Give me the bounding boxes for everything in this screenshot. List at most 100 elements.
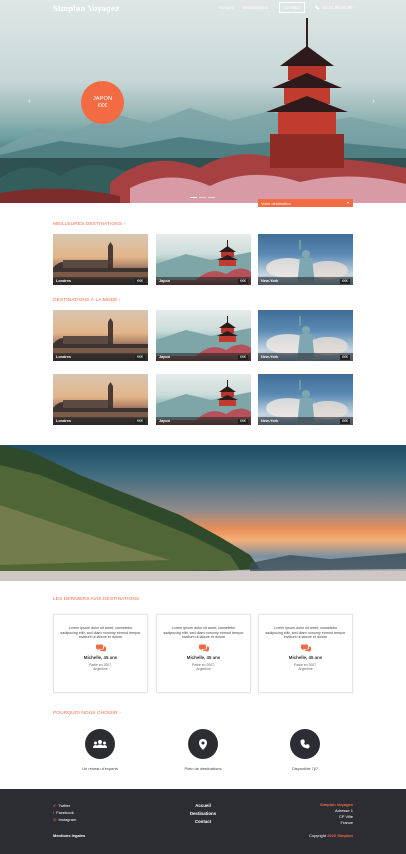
- card-price: €€€: [340, 354, 350, 360]
- site-logo[interactable]: Simplon Voyagez: [53, 4, 119, 13]
- card-price: €€€: [238, 418, 248, 424]
- destination-select-label: Votre destination: [261, 200, 291, 206]
- destination-card-japan[interactable]: Japon €€€: [156, 234, 251, 285]
- map-pin-icon: [199, 738, 207, 750]
- chat-bubbles-icon: [95, 644, 106, 652]
- phone-number[interactable]: 05.24.95.94.85: [315, 5, 353, 10]
- footer-address-line2: CP Ville: [338, 814, 353, 819]
- pagoda-image: [266, 18, 348, 168]
- card-city-name: Japon: [159, 419, 171, 423]
- card-price: €€€: [135, 278, 145, 284]
- card-city-name: New-York: [261, 419, 279, 423]
- destination-badge[interactable]: JAPON €€€: [81, 81, 124, 124]
- review-text: Lorem ipsum dolor sit amet, consetetur s…: [60, 626, 141, 640]
- reviewer-name: Michelle, 45 ans: [83, 654, 118, 660]
- london-skyline-image: [53, 382, 148, 418]
- copyright-year: 2020 Simplon: [327, 833, 353, 838]
- card-price: €€€: [135, 354, 145, 360]
- carousel-next-arrow[interactable]: ›: [372, 96, 375, 105]
- footer-country: France: [340, 820, 353, 825]
- destinations-icon-circle: [188, 729, 218, 759]
- review-card: Lorem ipsum dolor sit amet, consetetur s…: [53, 614, 148, 693]
- carousel-dot-2[interactable]: [199, 197, 206, 199]
- card-price: €€€: [135, 418, 145, 424]
- footer-copyright: Copyright 2020 Simplon: [309, 833, 353, 838]
- carousel-prev-arrow[interactable]: ‹: [28, 96, 31, 105]
- card-city-name: Londres: [56, 419, 71, 423]
- facebook-label: Facebook: [56, 810, 74, 815]
- legal-notice-link[interactable]: Mentions légales: [53, 833, 85, 838]
- phone-icon: [300, 739, 310, 749]
- carousel-dot-1[interactable]: [190, 197, 197, 199]
- destination-card-london[interactable]: Londres €€€: [53, 310, 148, 361]
- instagram-label: Instagram: [58, 817, 77, 822]
- destination-card-london[interactable]: Londres €€€: [53, 234, 148, 285]
- destination-card-newyork[interactable]: New-York €€€: [258, 374, 353, 425]
- destination-card-japan[interactable]: Japon €€€: [156, 374, 251, 425]
- destination-card-london[interactable]: Londres €€€: [53, 374, 148, 425]
- japan-pagoda-image: [156, 316, 251, 356]
- chat-bubbles-icon: [300, 644, 311, 652]
- site-footer: ✔ Twitter f Facebook ◎ Instagram Mention…: [0, 789, 406, 854]
- reviewer-country: Argentine: [93, 666, 108, 671]
- facebook-icon: f: [53, 810, 55, 815]
- japan-pagoda-image: [156, 380, 251, 420]
- chevron-down-icon: ▾: [346, 200, 349, 205]
- experts-label: Un réseau d'experts: [82, 766, 118, 771]
- hero-carousel: Simplon Voyagez Accueil Destinations Con…: [0, 0, 406, 203]
- london-skyline-image: [53, 242, 148, 278]
- trending-destinations-title[interactable]: DESTINATIONS À LA MODE ›: [53, 298, 121, 303]
- reviewer-name: Michelle, 45 ans: [186, 654, 221, 660]
- footer-address-line1: Adresse 1: [334, 808, 353, 813]
- phone-icon: [315, 5, 320, 10]
- chat-bubbles-icon: [198, 644, 209, 652]
- card-city-name: Japon: [159, 355, 171, 359]
- availability-icon-circle: [290, 729, 320, 759]
- nav-accueil[interactable]: Accueil: [219, 5, 234, 10]
- carousel-dot-3[interactable]: [208, 197, 215, 199]
- destination-card-newyork[interactable]: New-York €€€: [258, 310, 353, 361]
- london-skyline-image: [53, 318, 148, 354]
- cliff-sea-image: [0, 445, 406, 581]
- card-price: €€€: [340, 418, 350, 424]
- carousel-indicators[interactable]: [190, 197, 215, 199]
- reviewer-country: Argentine: [196, 666, 211, 671]
- card-city-name: Londres: [56, 355, 71, 359]
- twitter-icon: ✔: [53, 803, 57, 808]
- destination-card-japan[interactable]: Japon €€€: [156, 310, 251, 361]
- destination-select[interactable]: Votre destination ▾: [258, 199, 353, 207]
- reviewer-country: Argentine: [298, 666, 313, 671]
- instagram-icon: ◎: [53, 817, 57, 822]
- destinations-label: Plein de destinations: [184, 766, 222, 771]
- availability-label: Disponible 7j/7: [291, 766, 319, 771]
- copyright-label: Copyright: [308, 833, 327, 838]
- reviews-title: LES DERNIERS AVIS DESTINATIONS: [53, 597, 140, 602]
- japan-pagoda-image: [156, 240, 251, 280]
- badge-price: €€€: [97, 102, 108, 109]
- footer-link-destinations[interactable]: Destinations: [173, 811, 233, 816]
- card-city-name: New-York: [261, 279, 279, 283]
- best-destinations-title[interactable]: MEILLEURES DESTINATIONS ›: [53, 222, 125, 227]
- nav-destinations[interactable]: Destinations: [243, 5, 268, 10]
- footer-twitter-link[interactable]: ✔ Twitter: [53, 803, 70, 808]
- footer-link-contact[interactable]: Contact: [173, 819, 233, 824]
- coastline-banner-image: [0, 445, 406, 581]
- review-text: Lorem ipsum dolor sit amet, consetetur s…: [265, 626, 346, 640]
- why-choose-us-title[interactable]: POURQUOI NOUS CHOISIR ›: [53, 711, 121, 716]
- footer-link-accueil[interactable]: Accueil: [173, 803, 233, 808]
- footer-instagram-link[interactable]: ◎ Instagram: [53, 817, 76, 822]
- card-price: €€€: [238, 354, 248, 360]
- phone-text: 05.24.95.94.85: [322, 5, 353, 10]
- card-city-name: New-York: [261, 355, 279, 359]
- review-card: Lorem ipsum dolor sit amet, consetetur s…: [258, 614, 353, 693]
- review-card: Lorem ipsum dolor sit amet, consetetur s…: [156, 614, 251, 693]
- twitter-label: Twitter: [58, 803, 71, 808]
- review-text: Lorem ipsum dolor sit amet, consetetur s…: [163, 626, 244, 640]
- experts-icon-circle: [85, 729, 115, 759]
- footer-facebook-link[interactable]: f Facebook: [53, 810, 74, 815]
- destination-card-newyork[interactable]: New-York €€€: [258, 234, 353, 285]
- contact-button[interactable]: Contact: [279, 2, 305, 13]
- footer-brand: Simplon Voyages: [319, 802, 353, 807]
- card-city-name: Londres: [56, 279, 71, 283]
- card-price: €€€: [340, 278, 350, 284]
